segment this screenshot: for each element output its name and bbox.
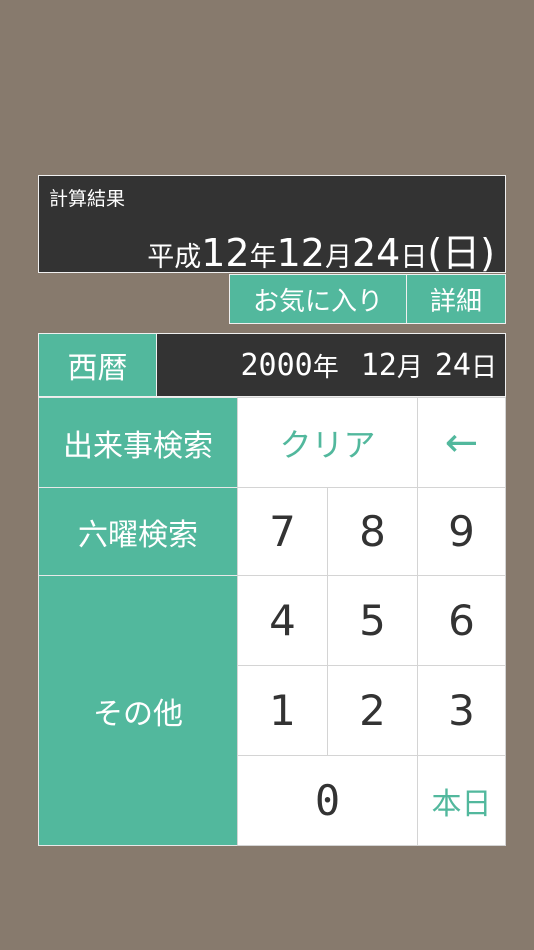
result-weekday-close: ) [480, 231, 495, 275]
result-panel: 計算結果 平成 12 年 12 月 24 日 ( 日 ) [38, 175, 506, 275]
key-5[interactable]: 5 [327, 575, 418, 666]
rokuyo-search-button[interactable]: 六曜検索 [38, 487, 238, 576]
key-9[interactable]: 9 [417, 487, 506, 576]
today-button[interactable]: 本日 [417, 755, 506, 846]
result-month: 12 [276, 231, 325, 275]
input-year: 2000 [240, 347, 313, 383]
result-month-unit: 月 [324, 242, 352, 273]
favorite-button[interactable]: お気に入り [229, 274, 407, 324]
detail-button[interactable]: 詳細 [406, 274, 506, 324]
other-button[interactable]: その他 [38, 575, 238, 846]
input-year-unit: 年 [312, 352, 339, 383]
key-8[interactable]: 8 [327, 487, 418, 576]
clear-button[interactable]: クリア [237, 397, 418, 488]
result-day: 24 [351, 231, 401, 275]
key-6[interactable]: 6 [417, 575, 506, 666]
input-day: 24 [434, 347, 471, 383]
key-3[interactable]: 3 [417, 665, 506, 756]
result-year-unit: 年 [249, 242, 277, 273]
backspace-button[interactable]: ← [417, 397, 506, 488]
input-month: 12 [360, 347, 397, 383]
key-2[interactable]: 2 [327, 665, 418, 756]
key-1[interactable]: 1 [237, 665, 328, 756]
calendar-type-button[interactable]: 西暦 [38, 333, 157, 397]
input-month-unit: 月 [396, 352, 423, 383]
left-arrow-icon: ← [444, 419, 479, 466]
key-7[interactable]: 7 [237, 487, 328, 576]
result-label: 計算結果 [49, 188, 126, 210]
event-search-button[interactable]: 出来事検索 [38, 397, 238, 488]
date-input-display[interactable]: 2000 年 12 月 24 日 [156, 333, 506, 397]
key-4[interactable]: 4 [237, 575, 328, 666]
result-year: 12 [201, 231, 250, 275]
result-weekday-open: ( [427, 231, 443, 275]
result-date: 平成 12 年 12 月 24 日 ( 日 ) [147, 222, 495, 277]
key-0[interactable]: 0 [237, 755, 418, 846]
input-day-unit: 日 [470, 352, 497, 383]
result-era: 平成 [147, 242, 202, 273]
result-day-unit: 日 [400, 242, 428, 273]
result-weekday: 日 [442, 231, 481, 275]
